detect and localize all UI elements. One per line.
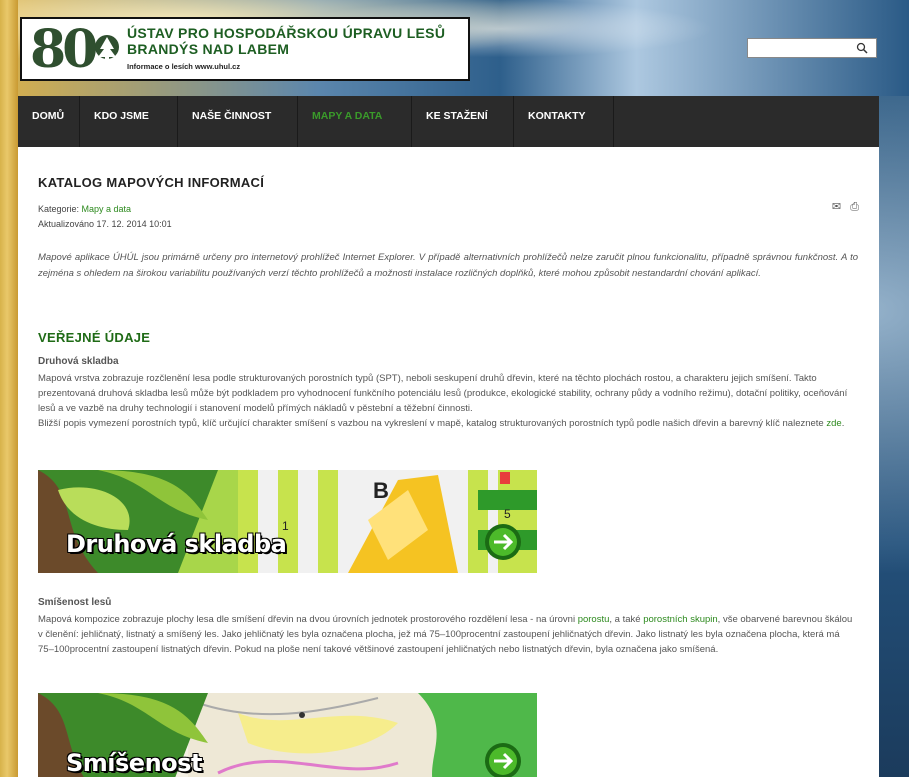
article-meta: Kategorie: Mapy a data Aktualizováno 17.… (38, 202, 172, 232)
envelope-icon[interactable]: ✉ (832, 201, 841, 213)
category-line: Kategorie: Mapy a data (38, 202, 172, 217)
paragraph-link-line: Bližší popis vymezení porostních typů, k… (38, 416, 858, 431)
category-label: Kategorie: (38, 204, 82, 214)
paragraph: , a také (609, 614, 644, 625)
nav-item-label: DOMŮ (32, 110, 65, 122)
logo-number: 80 (30, 19, 98, 80)
logo-title-line2: BRANDÝS NAD LABEM (127, 41, 290, 57)
svg-text:5: 5 (504, 507, 511, 521)
logo-title-line1: ÚSTAV PRO HOSPODÁŘSKOU ÚPRAVU LESŮ (127, 25, 446, 41)
subsection-text: Mapová kompozice zobrazuje plochy lesa d… (38, 612, 858, 657)
search-icon[interactable] (856, 42, 868, 54)
paragraph: Bližší popis vymezení porostních typů, k… (38, 418, 827, 429)
nav-item-label: KDO JSME (94, 110, 149, 122)
banner-label: Druhová skladba (66, 530, 287, 558)
banner-label: Smíšenost (66, 749, 202, 777)
intro-text: Mapové aplikace ÚHÚL jsou primárně určen… (38, 252, 858, 279)
nav-item-kontakty[interactable]: KONTAKTY❯ (514, 96, 614, 161)
nav-item-nase-cinnost[interactable]: NAŠE ČINNOST❯ (178, 96, 298, 161)
nav-item-ke-stazeni[interactable]: KE STAŽENÍ❯ (412, 96, 514, 161)
logo-title: ÚSTAV PRO HOSPODÁŘSKOU ÚPRAVU LESŮ BRAND… (127, 25, 445, 57)
zde-link[interactable]: zde (826, 418, 841, 429)
logo-subtitle: Informace o lesích www.uhul.cz (127, 62, 241, 71)
paragraph: Mapová vrstva zobrazuje rozčlenění lesa … (38, 373, 848, 414)
nav-item-mapy-a-data[interactable]: MAPY A DATA❯ (298, 96, 412, 161)
site-logo[interactable]: 80 ÚSTAV PRO HOSPODÁŘSKOU ÚPRAVU LESŮ BR… (20, 17, 470, 81)
tree-logo-icon (95, 35, 119, 63)
updated-date: Aktualizováno 17. 12. 2014 10:01 (38, 219, 172, 229)
nav-item-label: KONTAKTY (528, 110, 586, 122)
paragraph: Mapová kompozice zobrazuje plochy lesa d… (38, 614, 578, 625)
subsection-title: Smíšenost lesů (38, 597, 112, 608)
nav-item-kdo-jsme[interactable]: KDO JSME❯ (80, 96, 178, 161)
paragraph-end: . (841, 418, 845, 429)
section-heading: VEŘEJNÉ ÚDAJE (38, 330, 151, 345)
svg-text:B: B (373, 478, 389, 503)
subsection-text: Mapová vrstva zobrazuje rozčlenění lesa … (38, 371, 858, 431)
nav-item-label: KE STAŽENÍ (426, 110, 488, 122)
printer-icon[interactable]: ⎙ (850, 201, 859, 213)
nav-item-domu[interactable]: DOMŮ (18, 96, 80, 147)
main-content: KATALOG MAPOVÝCH INFORMACÍ Kategorie: Ma… (18, 147, 879, 777)
porostnich-skupin-link[interactable]: porostních skupin (643, 614, 717, 625)
smisenost-banner[interactable]: Smíšenost (38, 693, 537, 777)
left-border-decoration (0, 0, 18, 777)
subsection-title: Druhová skladba (38, 356, 119, 367)
nav-item-label: MAPY A DATA (312, 110, 383, 122)
main-navigation: DOMŮ KDO JSME❯ NAŠE ČINNOST❯ MAPY A DATA… (18, 96, 879, 161)
page-title: KATALOG MAPOVÝCH INFORMACÍ (38, 175, 265, 190)
category-link[interactable]: Mapy a data (82, 204, 132, 214)
druhova-skladba-banner[interactable]: B 5 1 Druhová skladba (38, 470, 537, 573)
article-tools: ✉ ⎙ (826, 200, 859, 214)
nav-item-label: NAŠE ČINNOST (192, 110, 272, 122)
search-input[interactable] (747, 38, 877, 58)
porostu-link[interactable]: porostu (578, 614, 610, 625)
